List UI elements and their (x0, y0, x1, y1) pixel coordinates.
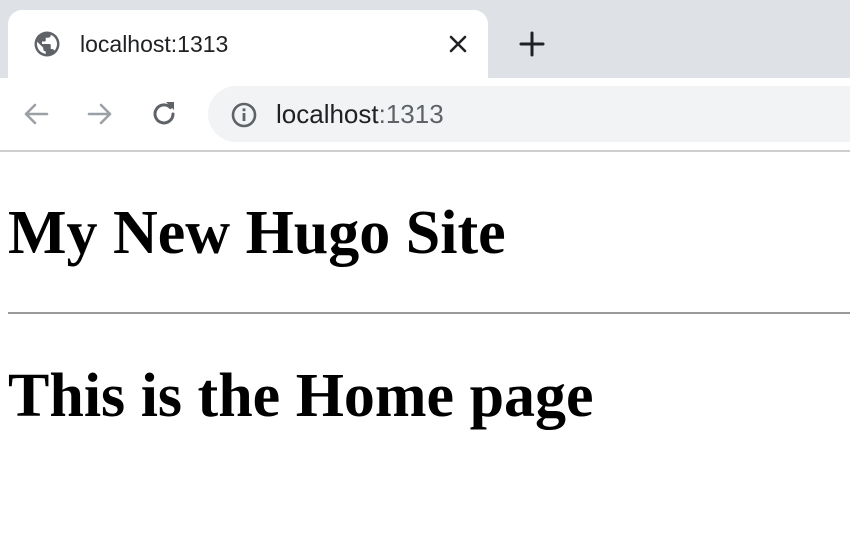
close-icon[interactable] (444, 30, 472, 58)
url-host: localhost (276, 99, 379, 129)
tab-title: localhost:1313 (80, 31, 229, 57)
site-title: My New Hugo Site (8, 199, 506, 267)
reload-icon (153, 102, 175, 125)
page-heading: This is the Home page (8, 362, 594, 430)
url-port: :1313 (378, 99, 444, 129)
page-content: My New Hugo Site This is the Home page (0, 152, 850, 554)
address-bar[interactable]: localhost:1313 (208, 86, 850, 142)
back-button[interactable] (18, 96, 54, 132)
back-arrow-icon (24, 103, 49, 125)
plus-icon (519, 31, 545, 57)
forward-arrow-icon (87, 103, 112, 125)
divider (8, 312, 850, 314)
browser-toolbar: localhost:1313 (0, 78, 850, 152)
browser-tab[interactable]: localhost:1313 (8, 10, 488, 78)
tab-strip: localhost:1313 (0, 0, 850, 78)
info-icon[interactable] (230, 101, 258, 129)
forward-button[interactable] (82, 96, 118, 132)
reload-button[interactable] (146, 96, 182, 132)
new-tab-button[interactable] (512, 29, 552, 59)
globe-icon (32, 29, 62, 59)
url-text[interactable]: localhost:1313 (276, 96, 444, 132)
